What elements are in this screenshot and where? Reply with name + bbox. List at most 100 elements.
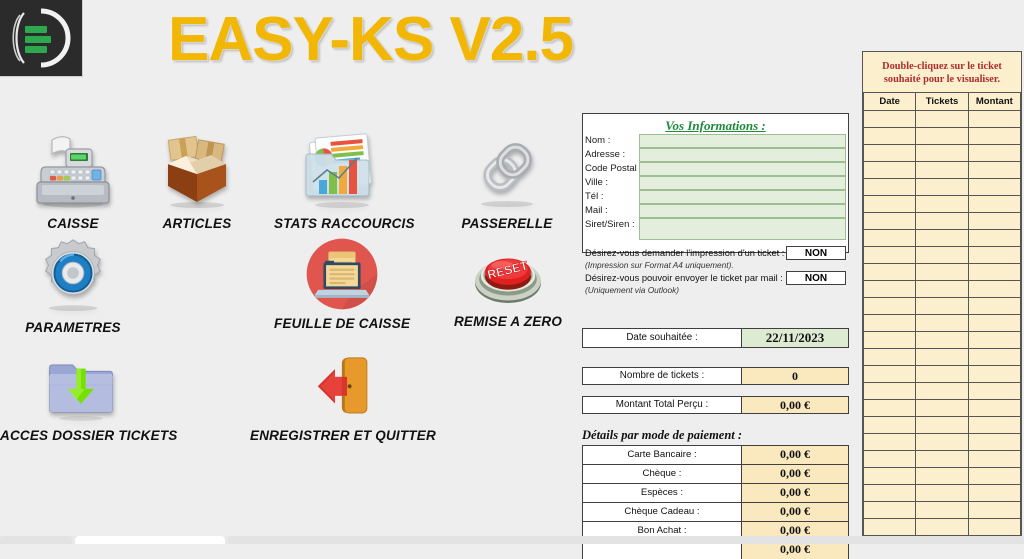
ville-input[interactable] [639,176,846,190]
table-cell[interactable] [915,246,969,264]
date-value[interactable]: 22/11/2023 [742,328,849,348]
table-cell[interactable] [967,467,1021,485]
table-cell[interactable] [863,518,917,536]
table-cell[interactable] [863,280,917,298]
table-cell[interactable] [915,144,969,162]
table-row[interactable] [863,518,1021,536]
table-cell[interactable] [967,348,1021,366]
table-row[interactable] [863,263,1021,281]
table-cell[interactable] [863,433,917,451]
table-cell[interactable] [915,467,969,485]
table-cell[interactable] [967,297,1021,315]
table-cell[interactable] [915,229,969,247]
table-row[interactable] [863,484,1021,502]
menu-item-remise-a-zero[interactable]: RESET REMISE A ZERO [446,240,570,329]
table-cell[interactable] [863,399,917,417]
table-cell[interactable] [863,467,917,485]
table-cell[interactable] [915,501,969,519]
siret-input[interactable] [639,218,846,240]
table-cell[interactable] [967,501,1021,519]
table-cell[interactable] [967,127,1021,145]
table-row[interactable] [863,195,1021,213]
table-row[interactable] [863,501,1021,519]
table-cell[interactable] [967,416,1021,434]
menu-item-enregistrer-et-quitter[interactable]: ENREGISTRER ET QUITTER [250,352,436,443]
table-cell[interactable] [915,399,969,417]
table-row[interactable] [863,467,1021,485]
table-cell[interactable] [967,178,1021,196]
table-cell[interactable] [863,416,917,434]
tickets-table[interactable]: Date Tickets Montant [863,92,1021,544]
table-cell[interactable] [915,518,969,536]
menu-item-parametres[interactable]: PARAMETRES [18,232,128,335]
nom-input[interactable] [639,134,846,148]
table-cell[interactable] [967,484,1021,502]
table-row[interactable] [863,144,1021,162]
table-cell[interactable] [915,433,969,451]
table-cell[interactable] [915,212,969,230]
menu-item-stats-raccourcis[interactable]: STATS RACCOURCIS [274,126,415,231]
table-cell[interactable] [967,280,1021,298]
table-cell[interactable] [915,382,969,400]
table-cell[interactable] [915,331,969,349]
table-cell[interactable] [915,195,969,213]
table-cell[interactable] [915,178,969,196]
table-cell[interactable] [967,263,1021,281]
table-cell[interactable] [915,314,969,332]
table-row[interactable] [863,416,1021,434]
table-row[interactable] [863,110,1021,128]
table-row[interactable] [863,178,1021,196]
table-row[interactable] [863,127,1021,145]
adresse-input[interactable] [639,148,846,162]
table-cell[interactable] [863,246,917,264]
sheet-tab-area[interactable] [228,536,1024,544]
table-row[interactable] [863,161,1021,179]
table-row[interactable] [863,331,1021,349]
table-row[interactable] [863,314,1021,332]
table-row[interactable] [863,246,1021,264]
table-cell[interactable] [967,433,1021,451]
table-cell[interactable] [967,229,1021,247]
table-cell[interactable] [863,331,917,349]
table-cell[interactable] [863,365,917,383]
table-cell[interactable] [863,178,917,196]
table-cell[interactable] [915,280,969,298]
table-cell[interactable] [863,212,917,230]
table-cell[interactable] [863,501,917,519]
table-cell[interactable] [967,195,1021,213]
table-cell[interactable] [967,382,1021,400]
menu-item-caisse[interactable]: CAISSE [18,126,128,231]
sheet-tab[interactable] [0,536,72,544]
table-cell[interactable] [863,382,917,400]
table-cell[interactable] [915,297,969,315]
table-row[interactable] [863,382,1021,400]
table-cell[interactable] [915,161,969,179]
table-cell[interactable] [863,348,917,366]
table-cell[interactable] [863,263,917,281]
mail-input[interactable] [639,204,846,218]
menu-item-acces-dossier-tickets[interactable]: ACCES DOSSIER TICKETS [0,352,177,443]
table-cell[interactable] [863,450,917,468]
table-cell[interactable] [863,314,917,332]
table-cell[interactable] [967,110,1021,128]
table-cell[interactable] [967,144,1021,162]
table-cell[interactable] [967,450,1021,468]
table-cell[interactable] [967,365,1021,383]
table-cell[interactable] [915,348,969,366]
table-cell[interactable] [967,212,1021,230]
table-cell[interactable] [967,246,1021,264]
table-cell[interactable] [967,518,1021,536]
table-cell[interactable] [915,365,969,383]
table-cell[interactable] [863,195,917,213]
mail-toggle-button[interactable]: NON [786,271,846,285]
table-cell[interactable] [915,263,969,281]
table-cell[interactable] [863,127,917,145]
table-cell[interactable] [915,484,969,502]
table-row[interactable] [863,433,1021,451]
table-row[interactable] [863,229,1021,247]
table-cell[interactable] [863,484,917,502]
table-cell[interactable] [967,399,1021,417]
table-cell[interactable] [967,331,1021,349]
menu-item-feuille-de-caisse[interactable]: FEUILLE DE CAISSE [274,236,410,331]
table-row[interactable] [863,399,1021,417]
